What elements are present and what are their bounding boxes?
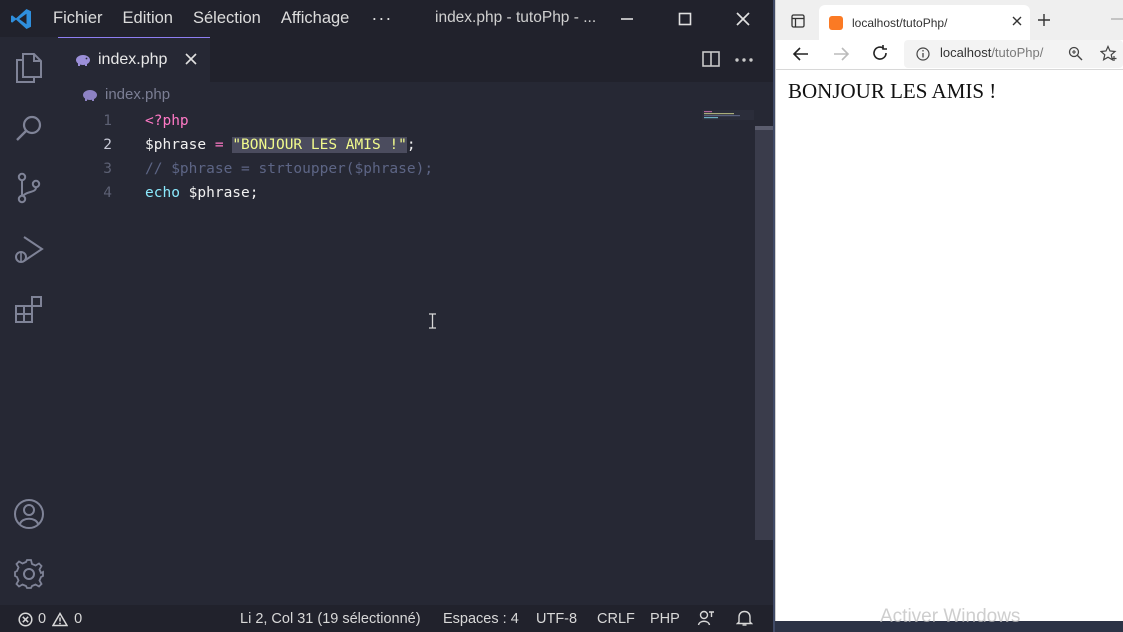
vscode-window: Fichier Edition Sélection Affichage ··· …	[0, 0, 773, 632]
statement-rest: $phrase;	[179, 185, 259, 201]
code-editor[interactable]: 1 2 3 4 <?php $phrase = "BONJOUR LES AMI…	[58, 108, 755, 605]
address-bar[interactable]: localhost/tutoPhp/	[904, 40, 1123, 68]
minimize-icon	[621, 17, 633, 20]
window-title: index.php - tutoPhp - ...	[435, 9, 597, 26]
extensions-icon	[15, 296, 42, 323]
favorite-star-icon[interactable]	[1100, 45, 1118, 62]
back-icon[interactable]	[792, 46, 810, 62]
tab-label: index.php	[98, 51, 168, 68]
bell-icon	[736, 610, 753, 626]
minimap[interactable]	[702, 110, 754, 120]
cursor-position[interactable]: Li 2, Col 31 (19 sélectionné)	[240, 611, 421, 627]
encoding[interactable]: UTF-8	[536, 611, 577, 627]
php-elephant-icon	[76, 55, 90, 66]
source-control-button[interactable]	[10, 169, 48, 207]
maximize-icon	[678, 12, 692, 25]
breadcrumb[interactable]: index.php	[82, 86, 170, 103]
split-editor-icon[interactable]	[701, 49, 721, 69]
explorer-button[interactable]	[10, 49, 48, 87]
files-icon	[16, 53, 42, 83]
menu-edition[interactable]: Edition	[123, 9, 173, 28]
minimize-icon[interactable]	[1111, 18, 1123, 20]
menu-more-button[interactable]: ···	[371, 8, 392, 29]
xampp-favicon-icon	[829, 15, 843, 30]
operator: =	[206, 137, 233, 153]
warning-icon	[52, 611, 69, 626]
title-bar: Fichier Edition Sélection Affichage ··· …	[0, 0, 773, 37]
forward-icon[interactable]	[832, 46, 850, 62]
windows-activation-watermark: Activer Windows	[880, 606, 1021, 627]
string-selection: "BONJOUR LES AMIS !"	[232, 137, 407, 153]
text-cursor-icon	[429, 313, 436, 329]
browser-window: localhost/tutoPhp/ localhost/tutoPhp/ BO…	[775, 0, 1123, 621]
more-actions-icon[interactable]	[734, 57, 754, 63]
close-tab-icon[interactable]	[183, 51, 199, 67]
browser-tab-title: localhost/tutoPhp/	[852, 15, 948, 30]
code-line-3: // $phrase = strtoupper($phrase);	[145, 161, 434, 177]
line-number: 4	[103, 185, 112, 201]
menu-bar: Fichier Edition Sélection Affichage ···	[53, 0, 412, 37]
info-icon[interactable]	[916, 47, 930, 61]
account-icon	[14, 499, 44, 529]
indentation[interactable]: Espaces : 4	[443, 611, 519, 627]
search-icon	[16, 115, 42, 141]
run-debug-button[interactable]	[10, 230, 48, 268]
line-number: 1	[103, 113, 112, 129]
language-mode[interactable]: PHP	[650, 611, 680, 627]
warning-count: 0	[74, 611, 83, 627]
breadcrumb-file[interactable]: index.php	[105, 86, 170, 103]
refresh-icon[interactable]	[871, 44, 889, 62]
browser-tab[interactable]: localhost/tutoPhp/	[819, 5, 1030, 40]
source-control-icon	[17, 172, 41, 204]
code-line-1: <?php	[145, 113, 189, 129]
keyword: echo	[145, 185, 180, 201]
menu-selection[interactable]: Sélection	[193, 9, 261, 28]
page-content-text: BONJOUR LES AMIS !	[788, 79, 997, 103]
status-bar: 0 0 Li 2, Col 31 (19 sélectionné) Espace…	[0, 605, 773, 632]
semicolon: ;	[406, 137, 416, 153]
activity-bar	[0, 37, 58, 605]
menu-fichier[interactable]: Fichier	[53, 9, 103, 28]
gear-icon	[14, 559, 44, 589]
accounts-button[interactable]	[10, 495, 48, 533]
close-window-button[interactable]	[714, 0, 772, 37]
end-of-line[interactable]: CRLF	[597, 611, 635, 627]
browser-tab-strip: localhost/tutoPhp/	[776, 0, 1123, 40]
url-text[interactable]: localhost/tutoPhp/	[940, 45, 1043, 60]
php-open-tag: <?php	[145, 113, 189, 129]
line-number: 3	[103, 161, 112, 177]
url-path: /tutoPhp/	[991, 45, 1044, 60]
vscode-logo-icon[interactable]	[9, 7, 33, 31]
tab-actions-icon[interactable]	[791, 14, 805, 28]
variable: $phrase	[145, 137, 207, 153]
menu-affichage[interactable]: Affichage	[281, 9, 350, 28]
close-tab-icon[interactable]	[1011, 15, 1023, 27]
minimize-button[interactable]	[598, 0, 656, 37]
new-tab-icon[interactable]	[1037, 13, 1051, 27]
feedback-button[interactable]	[697, 609, 715, 627]
maximize-button[interactable]	[656, 0, 714, 37]
search-button[interactable]	[10, 109, 48, 147]
zoom-icon[interactable]	[1068, 46, 1083, 61]
php-elephant-icon	[83, 89, 97, 101]
error-count: 0	[38, 611, 47, 627]
code-line-4: echo $phrase;	[145, 185, 259, 201]
extensions-button[interactable]	[10, 291, 48, 329]
editor-tabs-bar: index.php	[58, 37, 773, 82]
feedback-icon	[697, 610, 714, 626]
problems-indicator[interactable]: 0 0	[18, 611, 82, 627]
line-number: 2	[103, 137, 112, 153]
settings-button[interactable]	[10, 555, 48, 593]
scrollbar-thumb[interactable]	[755, 130, 773, 540]
code-line-2: $phrase = "BONJOUR LES AMIS !";	[145, 137, 416, 153]
browser-toolbar: localhost/tutoPhp/	[776, 40, 1123, 70]
run-debug-icon	[15, 236, 44, 263]
error-icon	[18, 611, 33, 627]
url-host: localhost	[940, 45, 992, 60]
tab-index-php[interactable]: index.php	[58, 37, 210, 82]
close-icon	[736, 11, 750, 26]
notifications-button[interactable]	[736, 609, 753, 627]
